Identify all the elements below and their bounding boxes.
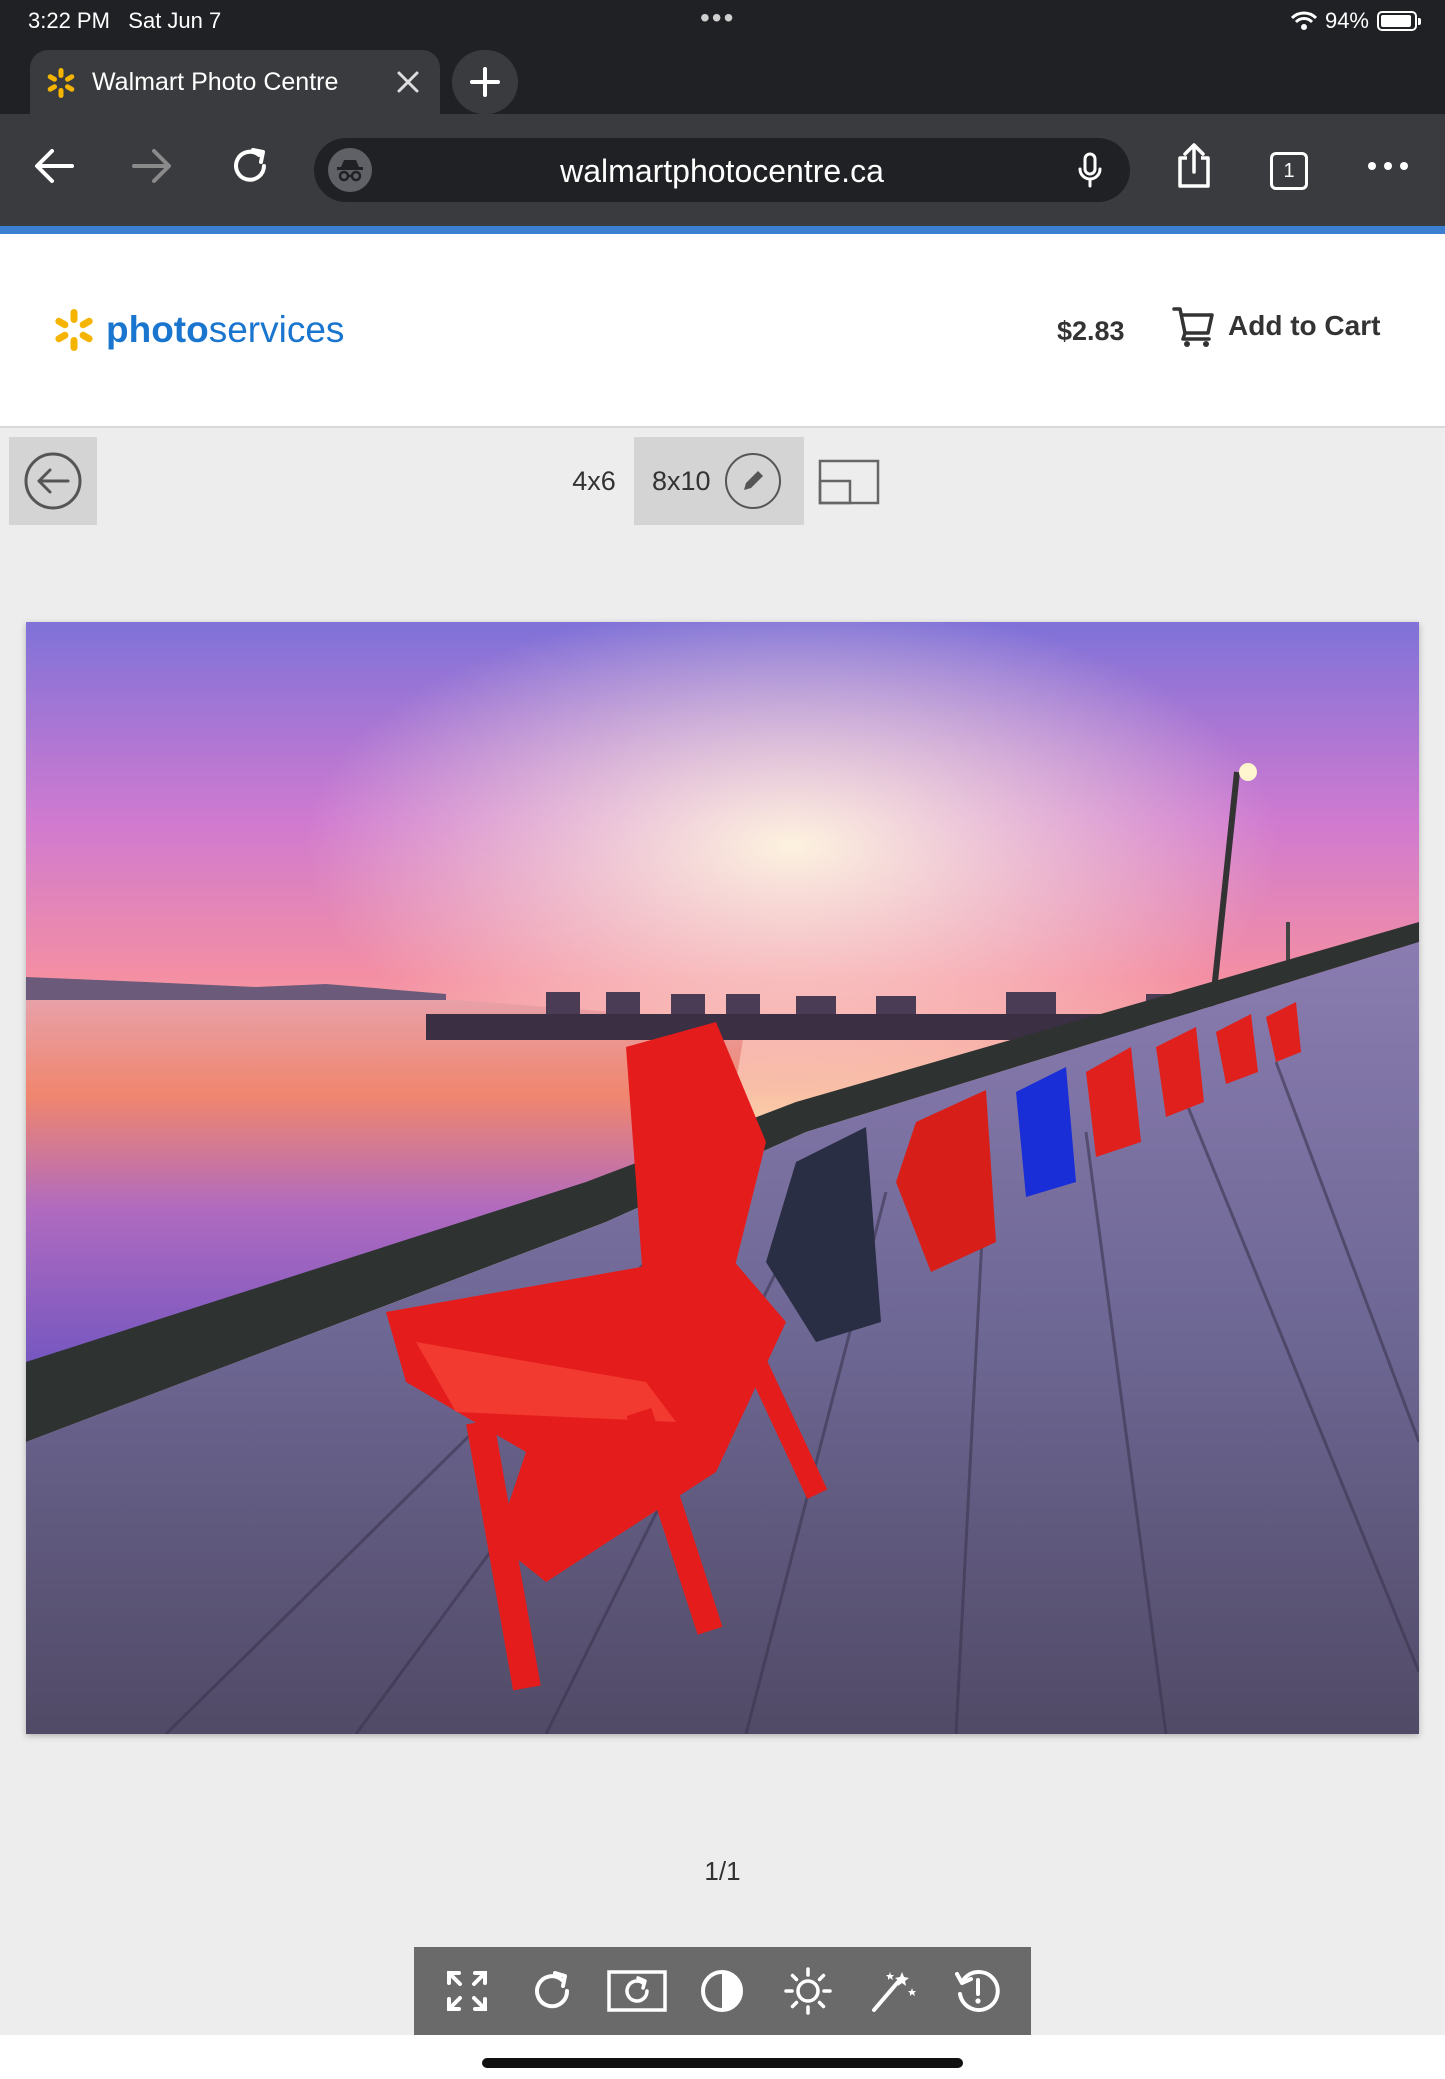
edit-size-button[interactable] xyxy=(724,453,781,509)
back-button[interactable] xyxy=(24,136,84,196)
size-option-label: 8x10 xyxy=(652,465,711,496)
forward-arrow-icon xyxy=(132,149,171,183)
contrast-icon xyxy=(701,1970,744,2012)
walmart-spark-icon xyxy=(47,68,75,98)
add-to-cart-label: Add to Cart xyxy=(1228,310,1381,341)
back-circle-icon xyxy=(24,452,82,510)
forward-button[interactable] xyxy=(122,136,182,196)
logo-text: photoservices xyxy=(106,309,345,350)
share-icon xyxy=(1178,143,1210,188)
cart-icon xyxy=(1172,307,1214,347)
page-indicator: 1/1 xyxy=(704,1856,741,1886)
photoservices-logo[interactable]: photoservices xyxy=(52,308,344,352)
auto-enhance-button[interactable] xyxy=(863,1961,923,2021)
safe-area-bottom xyxy=(0,2035,1445,2079)
reload-button[interactable] xyxy=(220,136,280,196)
photo-edit-toolbar xyxy=(414,1947,1031,2035)
size-option-8x10[interactable]: 8x10 xyxy=(634,437,804,525)
share-button[interactable] xyxy=(1164,136,1224,196)
new-tab-button[interactable] xyxy=(452,50,518,114)
browser-tab[interactable]: Walmart Photo Centre xyxy=(30,50,440,118)
status-bar: 3:22 PM Sat Jun 7 ••• 94% xyxy=(0,0,1445,42)
site-header: photoservices $2.83 Add to Cart xyxy=(0,234,1445,428)
pencil-icon xyxy=(743,471,763,490)
more-icon xyxy=(1368,162,1408,170)
price: $2.83 xyxy=(1057,316,1125,346)
rotate-photo-icon xyxy=(607,1970,667,2012)
contrast-button[interactable] xyxy=(692,1961,752,2021)
close-icon[interactable] xyxy=(390,64,426,100)
fullscreen-icon xyxy=(446,1971,487,2011)
sunset-photo xyxy=(26,622,1419,1734)
size-option-4x6[interactable]: 4x6 xyxy=(554,437,634,525)
browser-chrome: 3:22 PM Sat Jun 7 ••• 94% Walmart Photo … xyxy=(0,0,1445,226)
address-bar[interactable]: walmartphotocentre.ca xyxy=(314,138,1130,202)
more-menu-button[interactable] xyxy=(1358,136,1418,196)
photo-preview[interactable] xyxy=(26,622,1419,1734)
url-text: walmartphotocentre.ca xyxy=(560,153,884,189)
rotate-button[interactable] xyxy=(522,1961,582,2021)
battery-icon xyxy=(1377,11,1421,31)
status-time: 3:22 PM Sat Jun 7 xyxy=(28,8,222,33)
plus-icon xyxy=(470,67,500,97)
page-load-bar xyxy=(0,226,1445,234)
tab-switcher-button[interactable]: 1 xyxy=(1270,152,1308,190)
magic-wand-icon xyxy=(872,1972,917,2012)
add-to-cart-button[interactable]: Add to Cart xyxy=(1172,304,1380,348)
back-button[interactable] xyxy=(9,437,97,525)
reload-icon xyxy=(234,148,266,182)
tab-title: Walmart Photo Centre xyxy=(92,68,339,96)
brightness-button[interactable] xyxy=(778,1961,838,2021)
brightness-icon xyxy=(784,1967,832,2015)
walmart-spark-icon xyxy=(55,309,93,351)
browser-toolbar: walmartphotocentre.ca 1 xyxy=(0,114,1445,226)
back-arrow-icon xyxy=(35,149,74,183)
reset-icon xyxy=(955,1969,1001,2012)
status-right: 94% xyxy=(1290,8,1421,34)
rotate-icon xyxy=(534,1971,569,2009)
fullscreen-button[interactable] xyxy=(437,1961,497,2021)
home-indicator[interactable] xyxy=(482,2058,963,2068)
rotate-photo-button[interactable] xyxy=(607,1961,667,2021)
reset-button[interactable] xyxy=(948,1961,1008,2021)
wifi-icon xyxy=(1290,11,1317,30)
multitasking-dots[interactable]: ••• xyxy=(700,2,735,34)
orientation-icon[interactable] xyxy=(818,459,880,505)
battery-percent: 94% xyxy=(1324,8,1369,33)
mic-icon[interactable] xyxy=(1070,150,1110,190)
